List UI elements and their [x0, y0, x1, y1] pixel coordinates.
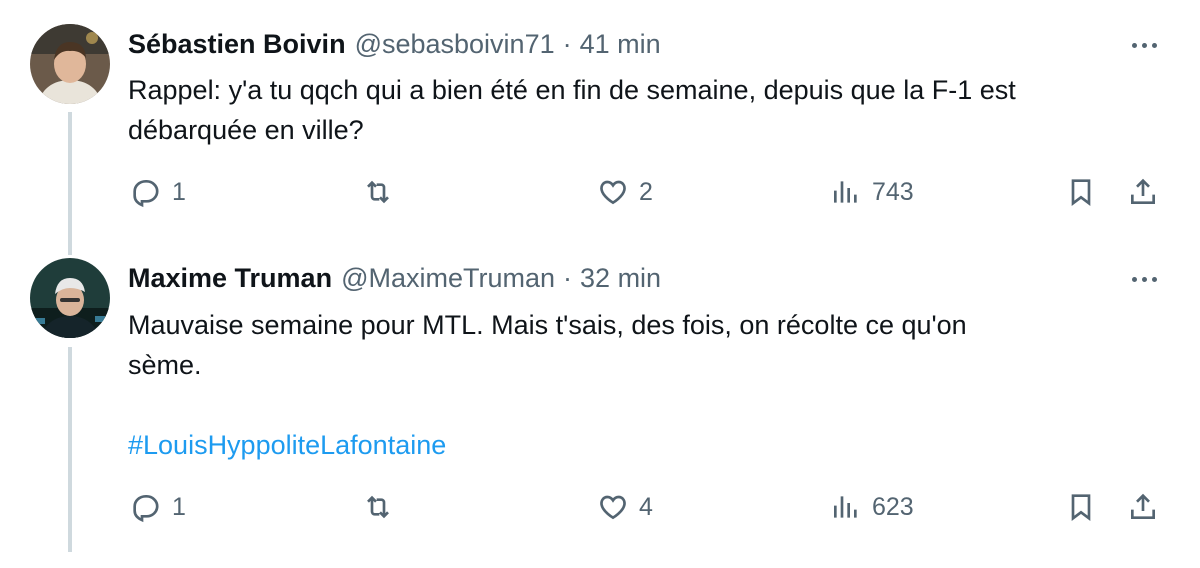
- bookmark-button[interactable]: [1065, 487, 1097, 527]
- like-icon: [600, 180, 626, 205]
- views-button[interactable]: 623: [830, 487, 914, 527]
- views-count: 743: [872, 177, 914, 206]
- author-name[interactable]: Sébastien Boivin: [128, 24, 346, 64]
- tweet-text: Rappel: y'a tu qqch qui a bien été en fi…: [128, 70, 1158, 150]
- tweet-text-line: Mauvaise semaine pour MTL. Mais t'sais, …: [128, 310, 967, 340]
- action-bar: 1 4 623: [0, 487, 1200, 527]
- bookmark-icon: [1071, 179, 1091, 206]
- bookmark-button[interactable]: [1065, 172, 1097, 212]
- tweet-text-line: Rappel: y'a tu qqch qui a bien été en fi…: [128, 75, 1016, 105]
- tweet-text-line: sème.: [128, 350, 202, 380]
- action-bar: 1 2 743: [0, 172, 1200, 212]
- reply-button[interactable]: 1: [130, 172, 186, 212]
- share-button[interactable]: [1127, 172, 1159, 212]
- reply-count: 1: [172, 177, 186, 206]
- share-icon: [1131, 493, 1155, 519]
- separator: ·: [562, 29, 572, 59]
- like-count: 4: [639, 492, 653, 521]
- reply-count: 1: [172, 492, 186, 521]
- views-icon: [834, 496, 857, 518]
- retweet-button[interactable]: [362, 487, 404, 527]
- views-button[interactable]: 743: [830, 172, 914, 212]
- views-count: 623: [872, 492, 914, 521]
- views-icon: [834, 181, 857, 203]
- retweet-icon: [367, 495, 389, 519]
- share-icon: [1131, 178, 1155, 204]
- hashtag-link[interactable]: #LouisHyppoliteLafontaine: [128, 425, 1158, 465]
- retweet-icon: [367, 180, 389, 204]
- like-button[interactable]: 4: [597, 487, 653, 527]
- tweet-header: Sébastien Boivin @sebasboivin71 · 41 min: [128, 24, 661, 64]
- like-icon: [600, 495, 626, 520]
- reply-button[interactable]: 1: [130, 487, 186, 527]
- like-button[interactable]: 2: [597, 172, 653, 212]
- tweet-header: Maxime Truman @MaximeTruman · 32 min: [128, 258, 661, 298]
- retweet-button[interactable]: [362, 172, 404, 212]
- separator: ·: [563, 263, 573, 293]
- avatar[interactable]: [30, 24, 110, 104]
- more-icon[interactable]: [1124, 30, 1164, 60]
- tweet-text-line: débarquée en ville?: [128, 115, 364, 145]
- tweet-sebastien-boivin[interactable]: Sébastien Boivin @sebasboivin71 · 41 min…: [0, 0, 1200, 255]
- share-button[interactable]: [1127, 487, 1159, 527]
- author-handle[interactable]: @sebasboivin71: [355, 24, 555, 64]
- author-name[interactable]: Maxime Truman: [128, 258, 332, 298]
- bookmark-icon: [1071, 494, 1091, 521]
- more-icon[interactable]: [1124, 264, 1164, 294]
- tweet-maxime-truman[interactable]: Maxime Truman @MaximeTruman · 32 min Mau…: [0, 255, 1200, 568]
- timestamp[interactable]: 41 min: [580, 24, 661, 64]
- tweet-text: Mauvaise semaine pour MTL. Mais t'sais, …: [128, 305, 1158, 465]
- reply-icon: [133, 180, 159, 208]
- author-handle[interactable]: @MaximeTruman: [341, 258, 555, 298]
- reply-icon: [133, 495, 159, 523]
- timestamp[interactable]: 32 min: [580, 258, 661, 298]
- like-count: 2: [639, 177, 653, 206]
- avatar[interactable]: [30, 258, 110, 338]
